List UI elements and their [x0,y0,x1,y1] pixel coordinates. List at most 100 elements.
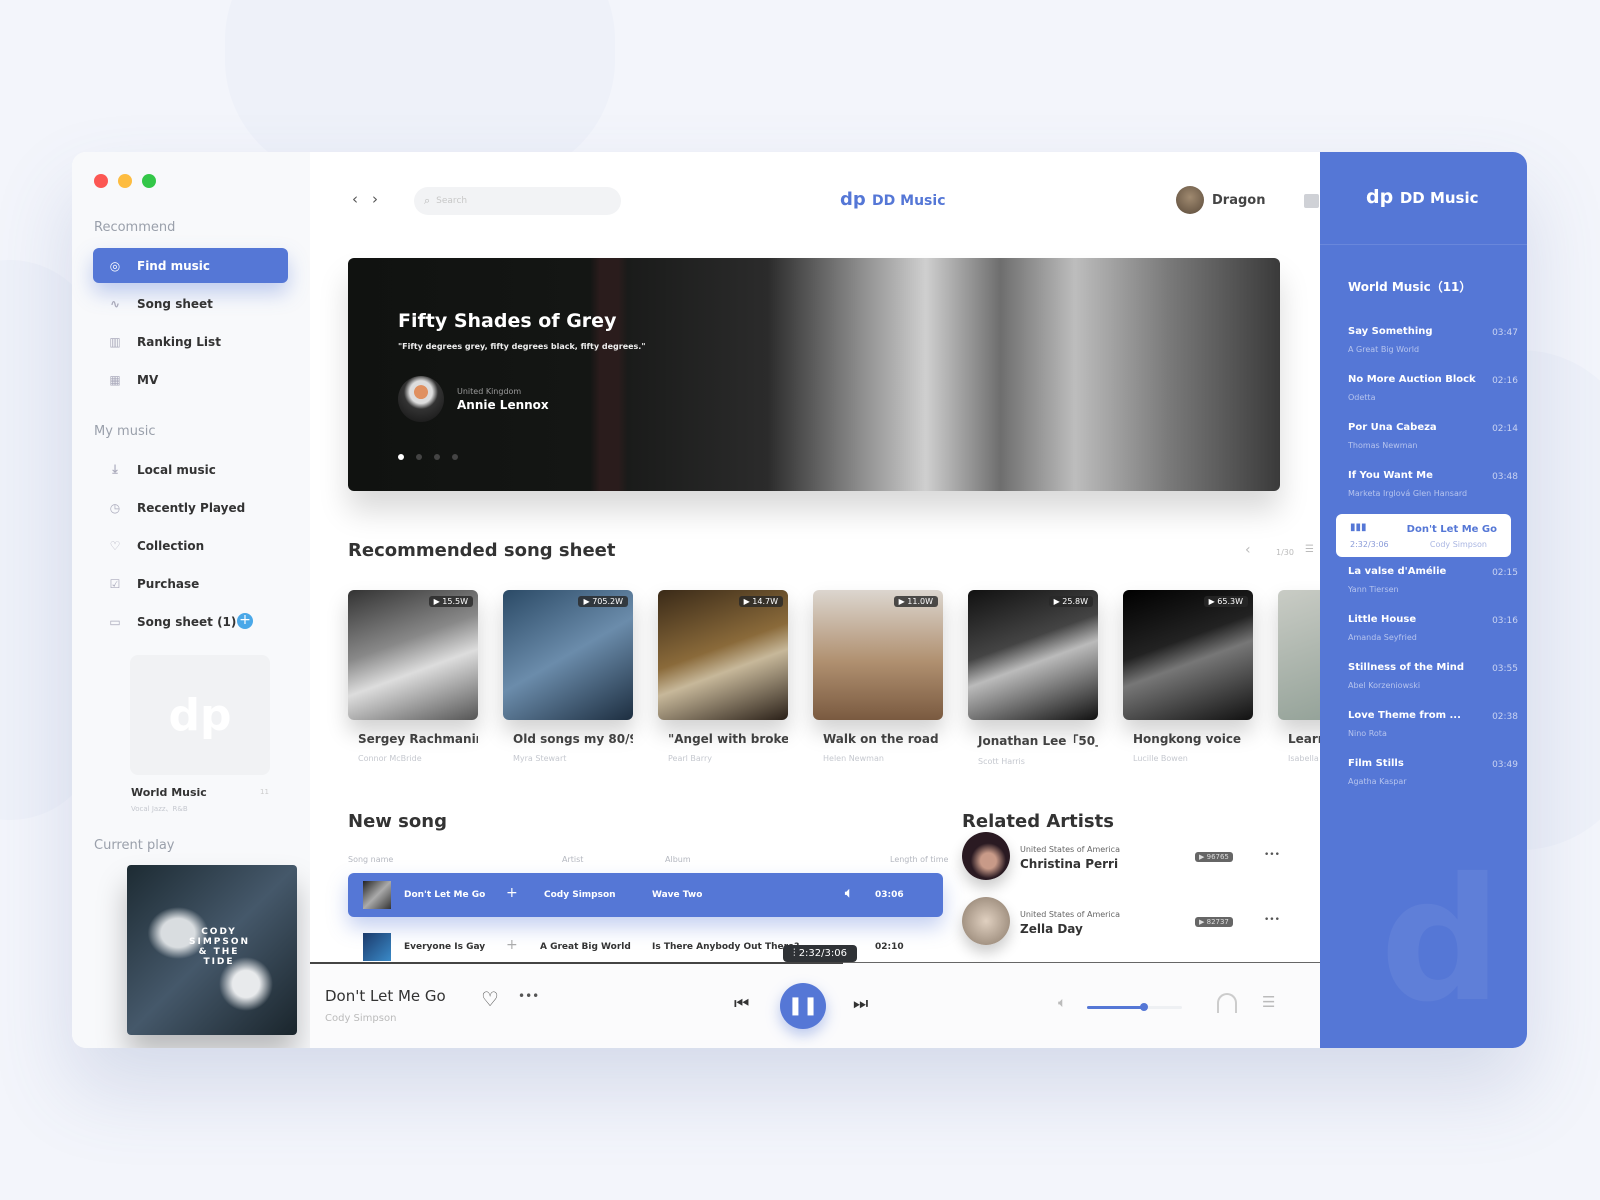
artist-avatar[interactable] [962,832,1010,880]
add-song-button[interactable]: + [506,937,518,953]
current-play-cover[interactable]: CODY SIMPSON & THE TIDE [127,865,297,1035]
song-sheet-cover[interactable]: ▶ 14.7W [658,590,788,720]
film-icon: ▦ [109,372,121,387]
compass-icon: ◎ [109,258,121,273]
loop-icon[interactable] [1217,993,1237,1013]
search-icon: ⌕ [424,194,431,207]
volume-slider[interactable] [1087,1003,1182,1011]
artist-avatar[interactable] [962,897,1010,945]
user-avatar[interactable] [1176,186,1204,214]
like-button[interactable]: ♡ [481,987,499,1011]
playlist-song-playing[interactable]: ▮▮▮ Don't Let Me Go 2:32/3:06 Cody Simpson [1336,514,1511,557]
playlist-song[interactable]: Por Una Cabeza 02:14 Thomas Newman [1348,422,1518,450]
play-count-badge: ▶ 65.3W [1203,596,1248,607]
playlist-song[interactable]: Film Stills 03:49 Agatha Kaspar [1348,758,1518,786]
carousel-dot[interactable] [452,454,458,460]
app-logo: dp DD Music [840,189,946,210]
song-sheet-cover[interactable]: ▶ 705.2W [503,590,633,720]
banner-carousel[interactable]: Fifty Shades of Grey "Fifty degrees grey… [348,258,1280,491]
user-name[interactable]: Dragon [1212,193,1265,208]
forward-button[interactable]: › [372,190,378,208]
artist-name: Annie Lennox [457,398,549,412]
add-song-button[interactable]: + [506,885,518,901]
pause-button[interactable]: ❚❚ [780,983,826,1029]
heart-icon: ♡ [109,538,121,553]
song-sheet-title: Sergey Rachmanin... [358,732,478,746]
sidebar-item-local-music[interactable]: ⤓ Local music [93,452,288,487]
banner-title: Fifty Shades of Grey [398,310,617,332]
sidebar-item-purchase[interactable]: ☑ Purchase [93,566,288,601]
sidebar-item-find-music[interactable]: ◎ Find music [93,248,288,283]
playlist-song[interactable]: Little House 03:16 Amanda Seyfried [1348,614,1518,642]
skin-icon[interactable] [1304,194,1319,208]
playlist-song[interactable]: If You Want Me 03:48 Marketa Irglová Glen … [1348,470,1518,498]
equalizer-icon: ▮▮▮ [1350,522,1367,533]
artist-country: United Kingdom [457,387,522,396]
song-sheet-author: Scott Harris [978,757,1025,766]
song-sheet-card[interactable]: ▶ 14.7W "Angel with broken... Pearl Barry [658,590,788,763]
song-sheet-cover[interactable]: ▶ 15.5W [348,590,478,720]
new-song-title: New song [348,811,447,832]
volume-icon[interactable]: 🔈︎ [1058,995,1066,1011]
previous-track-button[interactable]: ⏮ [734,994,749,1014]
play-count-badge: ▶ 82737 [1195,917,1233,927]
play-count-badge: ▶ 15.5W [428,596,473,607]
more-button[interactable]: ••• [1264,915,1280,925]
artist-row[interactable]: United States of America Christina Perri ▶… [962,832,1282,882]
sidebar-item-song-sheet-1-[interactable]: ▭ Song sheet (1) [93,604,288,639]
song-sheet-card[interactable]: ▶ 705.2W Old songs my 80/90. Myra Stewart [503,590,633,763]
song-row[interactable]: Don't Let Me Go + Cody Simpson Wave Two 🔈︎ 03… [348,873,943,917]
playlist-song[interactable]: La valse d'Amélie 02:15 Yann Tiersen [1348,566,1518,594]
close-window-button[interactable] [94,174,108,188]
song-sheet-cover[interactable]: ▶ 11.0W [813,590,943,720]
song-sheet-card[interactable]: ▶ 25.8W Jonathan Lee「50」 Scott Harris [968,590,1098,766]
playlist-count: 11 [260,788,269,796]
song-sheet-card[interactable]: ▶ 65.3W Hongkong voice Lucille Bowen [1123,590,1253,763]
panel-playlist-title: World Music（11） [1348,280,1472,294]
carousel-dot[interactable] [416,454,422,460]
player-title: Don't Let Me Go [325,987,446,1005]
artist-avatar[interactable] [398,376,444,422]
minimize-window-button[interactable] [118,174,132,188]
prev-page-button[interactable]: ‹ [1245,542,1251,558]
add-song-sheet-button[interactable]: + [237,613,253,629]
song-sheet-title: Walk on the road [823,732,939,746]
song-sheet-title: Old songs my 80/90. [513,732,633,746]
sidebar-item-song-sheet[interactable]: ∿ Song sheet [93,286,288,321]
song-sheet-card[interactable]: ▶ 15.5W Sergey Rachmanin... Connor McBride [348,590,478,763]
playlist-icon[interactable]: ☰ [1262,993,1275,1011]
playlist-song[interactable]: Stillness of the Mind 03:55 Abel Korzeniow… [1348,662,1518,690]
carousel-dot[interactable] [398,454,404,460]
sidebar-item-collection[interactable]: ♡ Collection [93,528,288,563]
col-artist: Artist [562,855,584,864]
more-button[interactable]: ••• [518,989,539,1003]
next-track-button[interactable]: ⏭ [853,994,868,1014]
playlist-song[interactable]: Say Something 03:47 A Great Big World [1348,326,1518,354]
sidebar-item-ranking-list[interactable]: ▥ Ranking List [93,324,288,359]
sidebar-item-mv[interactable]: ▦ MV [93,362,288,397]
song-sheet-cover[interactable]: ▶ 65.3W [1123,590,1253,720]
list-icon[interactable]: ☰ [1305,544,1314,555]
song-sheet-card[interactable]: ▶ 11.0W Walk on the road Helen Newman [813,590,943,763]
progress-bar-fill[interactable] [310,962,843,964]
artist-row[interactable]: United States of America Zella Day ▶ 82737… [962,897,1282,947]
playlist-song[interactable]: No More Auction Block 02:16 Odetta [1348,374,1518,402]
playlist-cover[interactable]: dp [130,655,270,775]
more-button[interactable]: ••• [1264,850,1280,860]
maximize-window-button[interactable] [142,174,156,188]
progress-tooltip[interactable]: ⫶ 2:32/3:06 [783,945,857,962]
search-input[interactable]: ⌕ Search [414,187,621,215]
sidebar-item-recently-played[interactable]: ◷ Recently Played [93,490,288,525]
back-button[interactable]: ‹ [352,190,358,208]
song-sheet-title: Jonathan Lee「50」 [978,734,1098,748]
song-sheet-cover[interactable]: ▶ 25.8W [968,590,1098,720]
song-sheet-author: Helen Newman [823,754,884,763]
play-count-badge: ▶ 96765 [1195,852,1233,862]
artist-country: United States of America [1020,845,1120,854]
clock-icon: ◷ [109,500,121,515]
carousel-dot[interactable] [434,454,440,460]
playlist-song[interactable]: Love Theme from ... 02:38 Nino Rota [1348,710,1518,738]
volume-handle[interactable] [1140,1003,1148,1011]
main-content: ‹ › ⌕ Search dp DD Music Dragon Fifty Sh… [310,152,1408,1048]
player-bar: ⫶ 2:32/3:06 Don't Let Me Go Cody Simpson… [310,945,1320,1048]
